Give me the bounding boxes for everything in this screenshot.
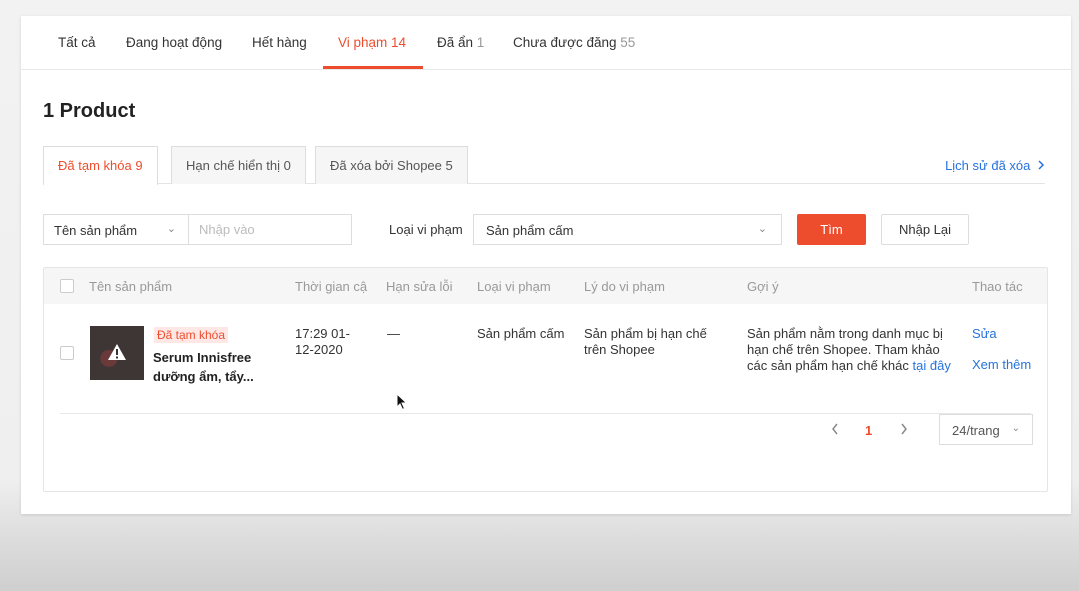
header-product-name: Tên sản phẩm	[89, 279, 173, 294]
product-thumbnail[interactable]	[90, 326, 144, 380]
warning-icon	[108, 344, 126, 360]
tab-label: Tất cả	[58, 35, 96, 50]
chevron-down-icon: ⌄	[757, 223, 767, 235]
header-violation-reason: Lý do vi phạm	[584, 279, 665, 294]
updated-time: 17:29 01-12-2020	[295, 326, 350, 357]
row-checkbox[interactable]	[60, 346, 74, 360]
tab-out-of-stock[interactable]: Hết hàng	[252, 35, 307, 50]
header-updated-time: Thời gian cậ	[295, 279, 368, 294]
delete-history-link[interactable]: Lịch sử đã xóa	[945, 158, 1045, 173]
subtab-count: 5	[445, 158, 453, 173]
tab-label: Đang hoạt động	[126, 35, 223, 50]
tab-label: Chưa được đăng	[513, 35, 617, 50]
status-tabs: Tất cả Đang hoạt động Hết hàng Vi phạm 1…	[21, 16, 1071, 70]
violation-reason: Sản phẩm bị hạn chế trên Shopee	[584, 326, 707, 357]
tab-label: Hết hàng	[252, 35, 307, 50]
page-number[interactable]: 1	[865, 423, 872, 438]
tab-label: Đã ẩn	[437, 35, 474, 50]
header-fix-deadline: Hạn sửa lỗi	[386, 279, 453, 294]
chevron-right-icon[interactable]	[900, 423, 908, 435]
table-header: Tên sản phẩm Thời gian cậ Hạn sửa lỗi Lo…	[44, 268, 1047, 304]
subtab-label: Đã tạm khóa	[58, 158, 132, 173]
search-button[interactable]: Tìm	[797, 214, 866, 245]
table-row: Đã tạm khóa Serum Innisfree dưỡng ẩm, tẩ…	[60, 304, 1031, 414]
violation-type-select[interactable]: Sản phẩm cấm ⌄	[473, 214, 782, 245]
select-all-checkbox[interactable]	[60, 279, 74, 293]
page-title: 1 Product	[43, 100, 136, 122]
page-size-select[interactable]: 24/trang ⌄	[939, 414, 1033, 445]
select-value: 24/trang	[952, 423, 1000, 438]
sub-tabs: Đã tạm khóa 9 Hạn chế hiển thị 0 Đã xóa …	[43, 146, 1045, 185]
tab-count: 14	[391, 35, 407, 50]
select-value: Tên sản phẩm	[54, 223, 138, 238]
subtab-label: Hạn chế hiển thị	[186, 158, 280, 173]
chevron-down-icon: ⌄	[1011, 423, 1020, 434]
search-input[interactable]	[188, 214, 352, 245]
subtab-deleted[interactable]: Đã xóa bởi Shopee 5	[315, 146, 468, 184]
tab-active[interactable]: Đang hoạt động	[126, 35, 222, 50]
tab-all[interactable]: Tất cả	[58, 35, 96, 50]
subtab-restricted[interactable]: Hạn chế hiển thị 0	[171, 146, 306, 184]
filter-row: Tên sản phẩm ⌄ Loại vi phạm Sản phẩm cấm…	[43, 214, 1053, 246]
subtab-count: 0	[283, 158, 291, 173]
suggestion: Sản phẩm nằm trong danh mục bị hạn chế t…	[747, 326, 962, 374]
violation-type-label: Loại vi phạm	[389, 222, 463, 237]
edit-link[interactable]: Sửa	[972, 326, 997, 342]
header-suggestion: Gợi ý	[747, 279, 779, 294]
tab-violation[interactable]: Vi phạm 14	[338, 35, 406, 50]
tab-count: 55	[620, 35, 636, 50]
search-field-select[interactable]: Tên sản phẩm ⌄	[43, 214, 188, 245]
reset-button[interactable]: Nhập Lại	[881, 214, 969, 245]
pagination: 1 24/trang ⌄	[44, 414, 1047, 448]
suggestion-link[interactable]: tại đây	[913, 358, 951, 373]
violation-type: Sản phẩm cấm	[477, 326, 565, 341]
chevron-right-icon	[1038, 160, 1045, 170]
product-name[interactable]: Serum Innisfree dưỡng ẩm, tẩy...	[153, 348, 273, 386]
fix-deadline: —	[387, 326, 400, 341]
header-violation-type: Loại vi phạm	[477, 279, 551, 294]
subtab-count: 9	[135, 158, 143, 173]
product-table: Tên sản phẩm Thời gian cậ Hạn sửa lỗi Lo…	[43, 267, 1048, 492]
subtab-suspended[interactable]: Đã tạm khóa 9	[43, 146, 158, 185]
subtab-label: Đã xóa bởi Shopee	[330, 158, 442, 173]
active-tab-indicator	[323, 66, 423, 69]
header-actions: Thao tác	[972, 279, 1023, 294]
tab-label: Vi phạm	[338, 35, 388, 50]
tab-unpublished[interactable]: Chưa được đăng 55	[513, 35, 635, 50]
status-badge: Đã tạm khóa	[154, 327, 229, 343]
mouse-cursor-icon	[396, 393, 408, 411]
chevron-down-icon: ⌄	[166, 223, 176, 235]
main-card: Tất cả Đang hoạt động Hết hàng Vi phạm 1…	[21, 16, 1071, 514]
select-value: Sản phẩm cấm	[486, 223, 574, 238]
tab-hidden[interactable]: Đã ẩn 1	[437, 35, 484, 50]
history-link-label: Lịch sử đã xóa	[945, 158, 1031, 173]
chevron-left-icon[interactable]	[831, 423, 839, 435]
tab-count: 1	[476, 35, 485, 50]
view-more-link[interactable]: Xem thêm	[972, 357, 1031, 373]
